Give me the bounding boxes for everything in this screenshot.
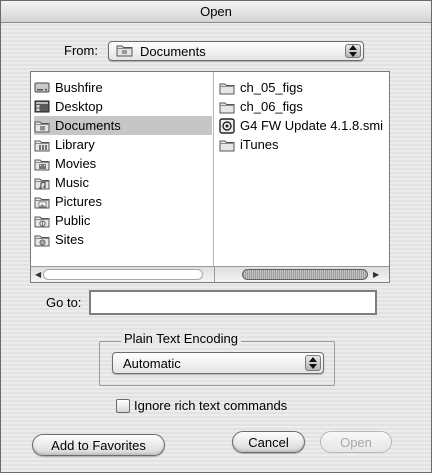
horizontal-scrollbar[interactable]: ◀ ▶ xyxy=(31,266,389,282)
browser-item-documents[interactable]: Documents xyxy=(34,116,212,135)
disk-image-icon xyxy=(219,117,235,134)
public-folder-icon xyxy=(34,214,50,228)
browser-item-pictures[interactable]: Pictures xyxy=(34,192,212,211)
goto-input[interactable] xyxy=(89,290,377,315)
encoding-group-label: Plain Text Encoding xyxy=(121,331,241,346)
browser-item-music[interactable]: Music xyxy=(34,173,212,192)
browser-item-label: ch_05_figs xyxy=(240,80,303,95)
documents-folder-icon xyxy=(116,43,133,60)
music-folder-icon xyxy=(34,176,50,190)
browser-item-label: G4 FW Update 4.1.8.smi xyxy=(240,118,384,133)
window-title: Open xyxy=(200,4,232,19)
library-folder-icon xyxy=(34,138,50,152)
browser-item-public[interactable]: Public xyxy=(34,211,212,230)
scrollbar-divider xyxy=(214,267,215,282)
browser-item-label: Library xyxy=(55,137,95,152)
goto-label: Go to: xyxy=(46,295,82,310)
browser-item-library[interactable]: Library xyxy=(34,135,212,154)
encoding-value: Automatic xyxy=(123,355,181,371)
browser-column-1: Bushfire Desktop Documents Library Movies Mus… xyxy=(31,72,214,266)
title-bar[interactable]: Open xyxy=(1,1,431,23)
documents-folder-icon xyxy=(34,119,50,133)
ignore-rich-text-checkbox[interactable] xyxy=(116,398,130,413)
scrollbar-thumb[interactable] xyxy=(242,269,368,280)
folder-icon xyxy=(219,100,235,114)
browser-item-label: Music xyxy=(55,175,89,190)
hard-drive-icon xyxy=(34,81,50,95)
popup-arrows-icon xyxy=(345,44,361,58)
scroll-left-arrow-icon[interactable]: ◀ xyxy=(35,270,41,279)
browser-item-label: Desktop xyxy=(55,99,103,114)
file-browser: Bushfire Desktop Documents Library Movies Mus… xyxy=(30,71,390,283)
browser-item-ch-06-figs[interactable]: ch_06_figs xyxy=(219,97,389,116)
cancel-button[interactable]: Cancel xyxy=(232,431,305,453)
browser-item-label: Documents xyxy=(55,118,121,133)
scroll-right-arrow-icon[interactable]: ▶ xyxy=(373,270,379,279)
open-button[interactable]: Open xyxy=(320,431,392,453)
browser-item-label: iTunes xyxy=(240,137,279,152)
browser-item-label: Public xyxy=(55,213,91,228)
scrollbar-track[interactable] xyxy=(43,269,203,280)
from-popup[interactable]: Documents xyxy=(108,41,364,61)
encoding-popup[interactable]: Automatic xyxy=(112,352,324,374)
open-dialog: Open From: Documents Bushfire Desktop Docu… xyxy=(0,0,432,473)
from-value: Documents xyxy=(140,43,206,59)
browser-item-label: ch_06_figs xyxy=(240,99,303,114)
browser-item-desktop[interactable]: Desktop xyxy=(34,97,212,116)
browser-item-label: Bushfire xyxy=(55,80,103,95)
browser-item-label: Sites xyxy=(55,232,84,247)
browser-column-2: ch_05_figs ch_06_figs G4 FW Update 4.1.8.s… xyxy=(215,72,389,266)
ignore-rich-text-label: Ignore rich text commands xyxy=(134,398,288,413)
add-to-favorites-button[interactable]: Add to Favorites xyxy=(32,434,165,456)
browser-item-ch-05-figs[interactable]: ch_05_figs xyxy=(219,78,389,97)
desktop-icon xyxy=(34,100,50,114)
movies-folder-icon xyxy=(34,157,50,171)
browser-item-g4-fw-update-4-1-8-smi[interactable]: G4 FW Update 4.1.8.smi xyxy=(219,116,389,135)
browser-item-label: Movies xyxy=(55,156,97,171)
browser-item-bushfire[interactable]: Bushfire xyxy=(34,78,212,97)
ignore-rich-text-option[interactable]: Ignore rich text commands xyxy=(116,398,287,413)
pictures-folder-icon xyxy=(34,195,50,209)
folder-icon xyxy=(219,81,235,95)
browser-item-label: Pictures xyxy=(55,194,102,209)
browser-item-itunes[interactable]: iTunes xyxy=(219,135,389,154)
browser-item-sites[interactable]: Sites xyxy=(34,230,212,249)
popup-arrows-icon xyxy=(305,355,321,371)
browser-item-movies[interactable]: Movies xyxy=(34,154,212,173)
from-label: From: xyxy=(64,43,98,58)
folder-icon xyxy=(219,138,235,152)
sites-folder-icon xyxy=(34,233,50,247)
